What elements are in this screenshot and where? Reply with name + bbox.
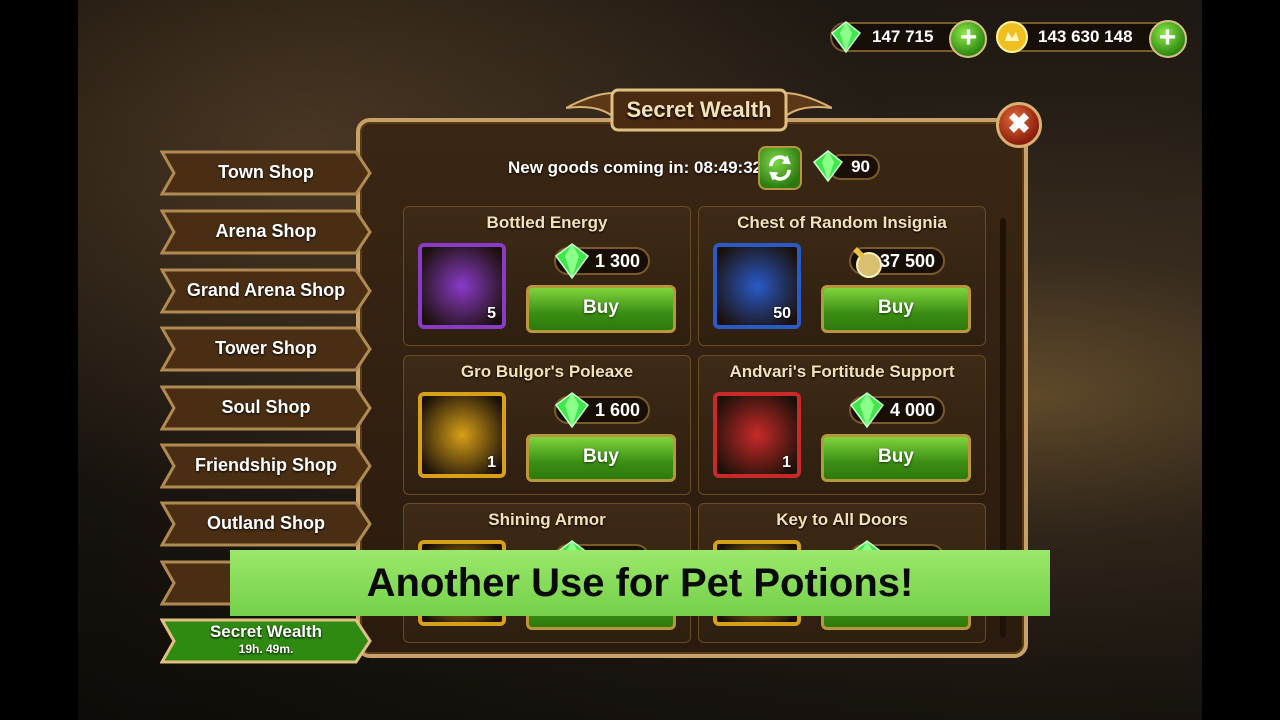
shop-item-card: Bottled Energy 5 1 300 Buy — [403, 206, 691, 346]
gold-amount: 143 630 148 — [1038, 27, 1133, 46]
caption-banner: Another Use for Pet Potions! — [230, 550, 1050, 616]
gem-icon — [554, 392, 590, 429]
gem-icon — [554, 243, 590, 280]
game-screen: 147 715 + 143 630 148 + Secret Wealth ✖ … — [0, 0, 1280, 720]
window-title: Secret Wealth — [626, 97, 772, 122]
tab-label: Friendship Shop — [195, 455, 337, 475]
coin-bag-icon — [853, 247, 882, 278]
tab-label: Arena Shop — [215, 221, 317, 241]
item-icon[interactable]: 5 — [418, 243, 506, 329]
item-name: Key to All Doors — [776, 510, 908, 529]
gem-counter: 147 715 + — [830, 18, 988, 58]
shop-item-card: Andvari's Fortitude Support 1 4 000 Buy — [698, 355, 986, 495]
item-icon[interactable]: 1 — [713, 392, 801, 478]
tab-label: Town Shop — [218, 162, 314, 182]
tab-outland-shop[interactable]: Outland Shop — [160, 501, 372, 547]
tab-soul-shop[interactable]: Soul Shop — [160, 385, 372, 431]
tab-label: Tower Shop — [215, 338, 317, 358]
item-icon[interactable]: 1 — [418, 392, 506, 478]
tab-label: Secret Wealth — [209, 622, 323, 641]
close-icon: ✖ — [1007, 108, 1031, 139]
shop-item-card: Chest of Random Insignia 50 37 500 Buy — [698, 206, 986, 346]
refresh-cost: 90 — [812, 150, 880, 183]
refresh-icon — [769, 155, 791, 181]
tab-grand-arena-shop[interactable]: Grand Arena Shop — [160, 268, 372, 314]
item-icon[interactable]: 50 — [713, 243, 801, 329]
tab-secret-wealth[interactable]: Secret Wealth 19h. 49m. — [160, 618, 372, 664]
item-quantity: 1 — [487, 454, 496, 471]
item-name: Bottled Energy — [486, 213, 608, 232]
tab-label: Grand Arena Shop — [186, 280, 346, 300]
tab-tower-shop[interactable]: Tower Shop — [160, 326, 372, 372]
buy-button[interactable]: Buy — [821, 285, 971, 333]
tab-arena-shop[interactable]: Arena Shop — [160, 209, 372, 255]
add-gold-button[interactable]: + — [1148, 20, 1187, 58]
item-quantity: 50 — [773, 305, 791, 322]
gem-icon — [812, 150, 844, 183]
close-button[interactable]: ✖ — [996, 102, 1042, 148]
buy-button[interactable]: Buy — [821, 434, 971, 482]
buy-button[interactable]: Buy — [526, 285, 676, 333]
tab-label: Outland Shop — [207, 513, 325, 533]
item-name: Shining Armor — [488, 510, 606, 529]
item-name: Andvari's Fortitude Support — [729, 362, 955, 381]
refresh-button[interactable] — [758, 146, 802, 190]
gem-icon — [849, 392, 885, 429]
restock-timer: New goods coming in: 08:49:32 — [508, 158, 763, 177]
shop-item-card: Gro Bulgor's Poleaxe 1 1 600 Buy — [403, 355, 691, 495]
tab-timer: 19h. 49m. — [238, 642, 294, 656]
gem-amount: 147 715 — [872, 27, 934, 46]
item-name: Chest of Random Insignia — [737, 213, 947, 232]
item-name: Gro Bulgor's Poleaxe — [460, 362, 634, 381]
tab-label: Soul Shop — [221, 397, 311, 417]
buy-button[interactable]: Buy — [526, 434, 676, 482]
gold-coin-icon — [996, 21, 1028, 53]
gem-icon — [830, 21, 862, 54]
gold-counter: 143 630 148 + — [996, 18, 1187, 58]
tab-town-shop[interactable]: Town Shop — [160, 150, 372, 196]
tab-friendship-shop[interactable]: Friendship Shop — [160, 443, 372, 489]
item-quantity: 5 — [487, 305, 496, 322]
item-quantity: 1 — [782, 454, 791, 471]
